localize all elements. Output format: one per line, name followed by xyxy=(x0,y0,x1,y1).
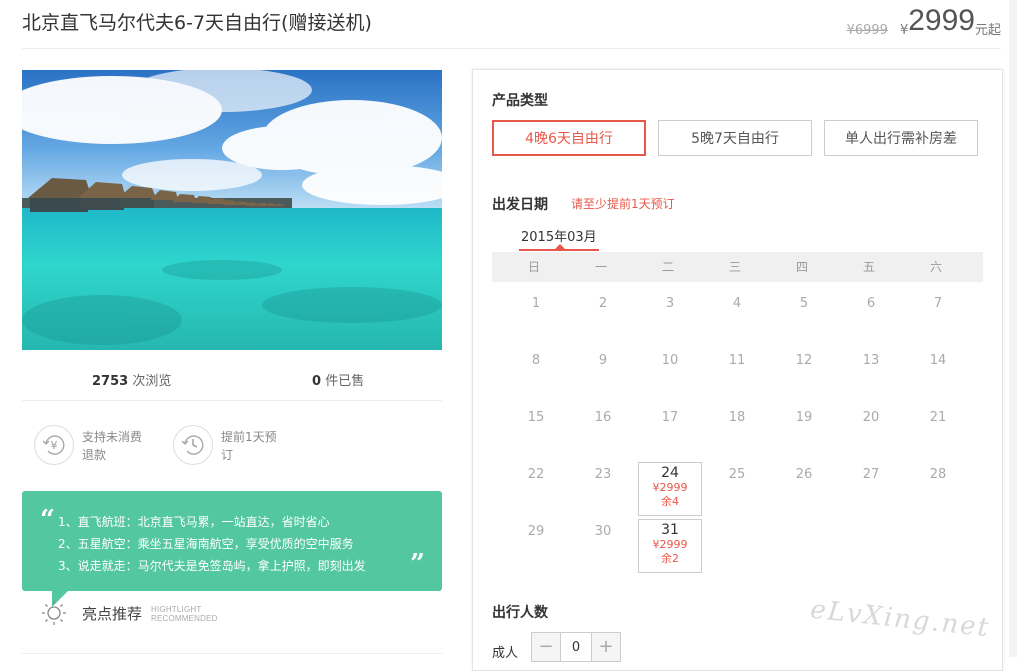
feature-advance-line2: 订 xyxy=(221,448,234,462)
sale-price: 2999 xyxy=(908,4,975,37)
original-price: ¥6999 xyxy=(846,23,888,38)
calendar-day: 28 xyxy=(929,467,947,482)
calendar-day: 21 xyxy=(929,410,947,425)
svg-text:¥: ¥ xyxy=(51,439,58,452)
weekday-label: 日 xyxy=(527,260,540,274)
calendar-day: 6 xyxy=(866,296,876,311)
calendar-day: 17 xyxy=(661,410,679,425)
calendar-day: 18 xyxy=(728,410,746,425)
month-tab-underline xyxy=(519,249,599,251)
highlights-label-en-1: HIGHTLIGHT xyxy=(151,605,202,614)
calendar-day: 2 xyxy=(598,296,608,311)
type-option-4n6d[interactable]: 4晚6天自由行 xyxy=(492,120,646,156)
calendar-day: 15 xyxy=(527,410,545,425)
highlight-item: 1、直飞航班：北京直飞马累，一站直达，省时省心 xyxy=(58,515,330,529)
type-option-single-supplement[interactable]: 单人出行需补房差 xyxy=(824,120,978,156)
day-price: ¥2999 xyxy=(652,481,688,494)
sold-count-value: 0 xyxy=(312,374,322,389)
price-box: ¥6999 ¥2999元起 xyxy=(847,4,1001,38)
calendar-day: 19 xyxy=(795,410,813,425)
feature-advance-line1: 提前1天预 xyxy=(221,430,277,444)
weekday-label: 三 xyxy=(728,260,741,274)
currency-symbol: ¥ xyxy=(899,23,909,38)
view-count-label: 次浏览 xyxy=(132,374,172,389)
highlights-list: 1、直飞航班：北京直飞马累，一站直达，省时省心 2、五星航空：乘坐五星海南航空，… xyxy=(58,511,366,577)
calendar-day: 13 xyxy=(862,353,880,368)
calendar-day: 10 xyxy=(661,353,679,368)
divider xyxy=(22,653,442,654)
calendar-day: 14 xyxy=(929,353,947,368)
weekday-label: 一 xyxy=(594,260,607,274)
highlights-label-en: HIGHTLIGHT RECOMMENDED xyxy=(151,605,218,623)
quote-close-icon: ” xyxy=(410,549,425,579)
highlight-item: 3、说走就走：马尔代夫是免签岛屿，拿上护照，即刻出发 xyxy=(58,559,366,573)
adult-label: 成人 xyxy=(492,646,519,661)
highlight-item: 2、五星航空：乘坐五星海南航空，享受优质的空中服务 xyxy=(58,537,354,551)
calendar-day: 26 xyxy=(795,467,813,482)
quote-open-icon: “ xyxy=(40,505,55,535)
calendar-day: 9 xyxy=(598,353,608,368)
calendar-day: 4 xyxy=(732,296,742,311)
calendar-weekday-header: 日 一 二 三 四 五 六 xyxy=(492,252,983,282)
calendar-day: 16 xyxy=(594,410,612,425)
calendar-day: 12 xyxy=(795,353,813,368)
product-type-title: 产品类型 xyxy=(492,93,548,109)
sold-count: 0 件已售 xyxy=(312,370,364,389)
day-number: 31 xyxy=(661,522,679,538)
advance-booking-note: 请至少提前1天预订 xyxy=(571,197,675,211)
highlights-label: 亮点推荐 xyxy=(82,605,143,623)
calendar-day: 29 xyxy=(527,524,545,539)
travelers-title: 出行人数 xyxy=(492,605,548,621)
view-count: 2753 次浏览 xyxy=(92,370,171,389)
feature-refund-line2: 退款 xyxy=(82,448,107,462)
highlights-box: “ 1、直飞航班：北京直飞马累，一站直达，省时省心 2、五星航空：乘坐五星海南航… xyxy=(22,491,442,591)
product-title: 北京直飞马尔代夫6-7天自由行(赠接送机) xyxy=(22,12,372,34)
weekday-label: 四 xyxy=(795,260,808,274)
day-remaining: 余4 xyxy=(661,495,679,508)
adult-quantity-stepper: − + xyxy=(531,632,621,662)
calendar-day-available[interactable]: 24 ¥2999 余4 xyxy=(638,462,702,516)
calendar-day: 11 xyxy=(728,353,746,368)
calendar-day: 22 xyxy=(527,467,545,482)
month-caret-icon xyxy=(555,244,565,249)
booking-panel: 产品类型 4晚6天自由行 5晚7天自由行 单人出行需补房差 出发日期 请至少提前… xyxy=(472,69,1003,671)
calendar-day: 20 xyxy=(862,410,880,425)
day-price: ¥2999 xyxy=(652,538,688,551)
divider xyxy=(22,48,1001,49)
day-remaining: 余2 xyxy=(661,552,679,565)
product-photo xyxy=(22,70,442,350)
weekday-label: 二 xyxy=(661,260,674,274)
calendar-day: 5 xyxy=(799,296,809,311)
calendar-day: 27 xyxy=(862,467,880,482)
type-option-5n7d[interactable]: 5晚7天自由行 xyxy=(658,120,812,156)
scrollbar[interactable] xyxy=(1009,0,1017,657)
weekday-label: 六 xyxy=(929,260,942,274)
calendar-day: 25 xyxy=(728,467,746,482)
calendar-day: 1 xyxy=(531,296,541,311)
sun-icon xyxy=(40,598,68,626)
calendar-day: 30 xyxy=(594,524,612,539)
departure-date-title: 出发日期 xyxy=(492,197,548,213)
highlights-label-en-2: RECOMMENDED xyxy=(151,614,218,623)
calendar-day: 8 xyxy=(531,353,541,368)
clock-history-icon xyxy=(173,425,213,465)
sold-count-label: 件已售 xyxy=(325,374,365,389)
feature-refund-line1: 支持未消费 xyxy=(82,430,143,444)
stats-bar: 2753 次浏览 0 件已售 xyxy=(22,362,442,401)
refund-yen-icon: ¥ xyxy=(34,425,74,465)
calendar-day: 23 xyxy=(594,467,612,482)
day-number: 24 xyxy=(661,465,679,481)
view-count-value: 2753 xyxy=(92,374,129,389)
weekday-label: 五 xyxy=(862,260,875,274)
calendar-day: 3 xyxy=(665,296,675,311)
price-suffix: 元起 xyxy=(974,23,1001,38)
calendar-day: 7 xyxy=(933,296,943,311)
month-tab[interactable]: 2015年03月 xyxy=(521,226,597,245)
calendar-day-available[interactable]: 31 ¥2999 余2 xyxy=(638,519,702,573)
